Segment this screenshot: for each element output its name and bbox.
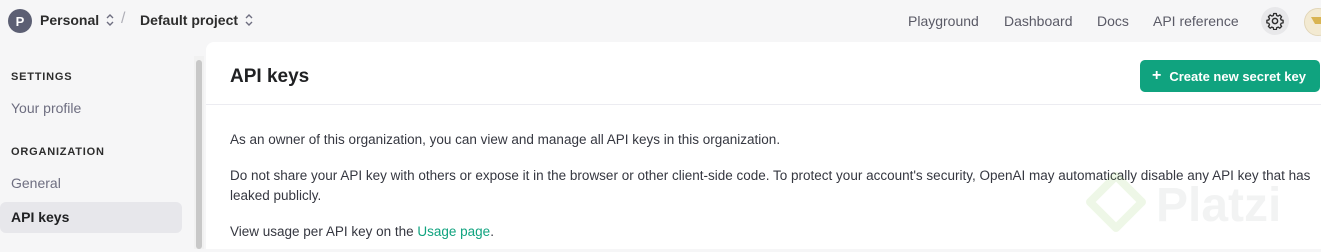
- usage-info-suffix: .: [490, 224, 494, 239]
- breadcrumb-separator: /: [121, 10, 126, 27]
- gear-icon: [1266, 12, 1284, 30]
- watermark-text: Platzi: [1156, 179, 1282, 232]
- nav-api-reference[interactable]: API reference: [1153, 13, 1239, 29]
- user-avatar[interactable]: [1304, 8, 1321, 36]
- platzi-watermark: Platzi: [1086, 172, 1321, 252]
- nav-docs[interactable]: Docs: [1097, 13, 1129, 29]
- org-name: Personal: [40, 12, 100, 28]
- avatar-image: [1305, 9, 1321, 35]
- settings-button[interactable]: [1261, 7, 1289, 35]
- project-name: Default project: [140, 12, 239, 28]
- nav-playground[interactable]: Playground: [908, 13, 979, 29]
- chevron-updown-icon: [106, 14, 114, 26]
- main-panel: API keys + Create new secret key As an o…: [206, 42, 1321, 249]
- page-title: API keys: [230, 66, 310, 87]
- org-switcher[interactable]: Personal: [40, 12, 115, 28]
- create-secret-key-button[interactable]: + Create new secret key: [1140, 60, 1320, 92]
- usage-info-prefix: View usage per API key on the: [230, 224, 418, 239]
- top-bar: P Personal / Default project Playground …: [0, 0, 1321, 42]
- owner-info-text: As an owner of this organization, you ca…: [230, 132, 781, 147]
- sidebar-item-your-profile[interactable]: Your profile: [11, 100, 81, 116]
- chevron-updown-icon: [245, 14, 253, 26]
- project-switcher[interactable]: Default project: [140, 12, 254, 28]
- header-divider: [206, 104, 1321, 105]
- sidebar-heading-settings: SETTINGS: [11, 71, 73, 83]
- nav-dashboard[interactable]: Dashboard: [1004, 13, 1073, 29]
- platzi-logo-icon: [1086, 172, 1146, 232]
- sidebar-scrollbar-thumb[interactable]: [196, 60, 202, 249]
- usage-page-link[interactable]: Usage page: [417, 224, 490, 239]
- sidebar: SETTINGS Your profile ORGANIZATION Gener…: [0, 42, 193, 249]
- sidebar-item-general[interactable]: General: [11, 175, 61, 191]
- plus-icon: +: [1152, 67, 1162, 84]
- create-secret-key-label: Create new secret key: [1169, 68, 1306, 84]
- org-avatar[interactable]: P: [8, 9, 32, 33]
- sidebar-heading-organization: ORGANIZATION: [11, 146, 105, 158]
- sidebar-item-api-keys[interactable]: API keys: [0, 202, 182, 233]
